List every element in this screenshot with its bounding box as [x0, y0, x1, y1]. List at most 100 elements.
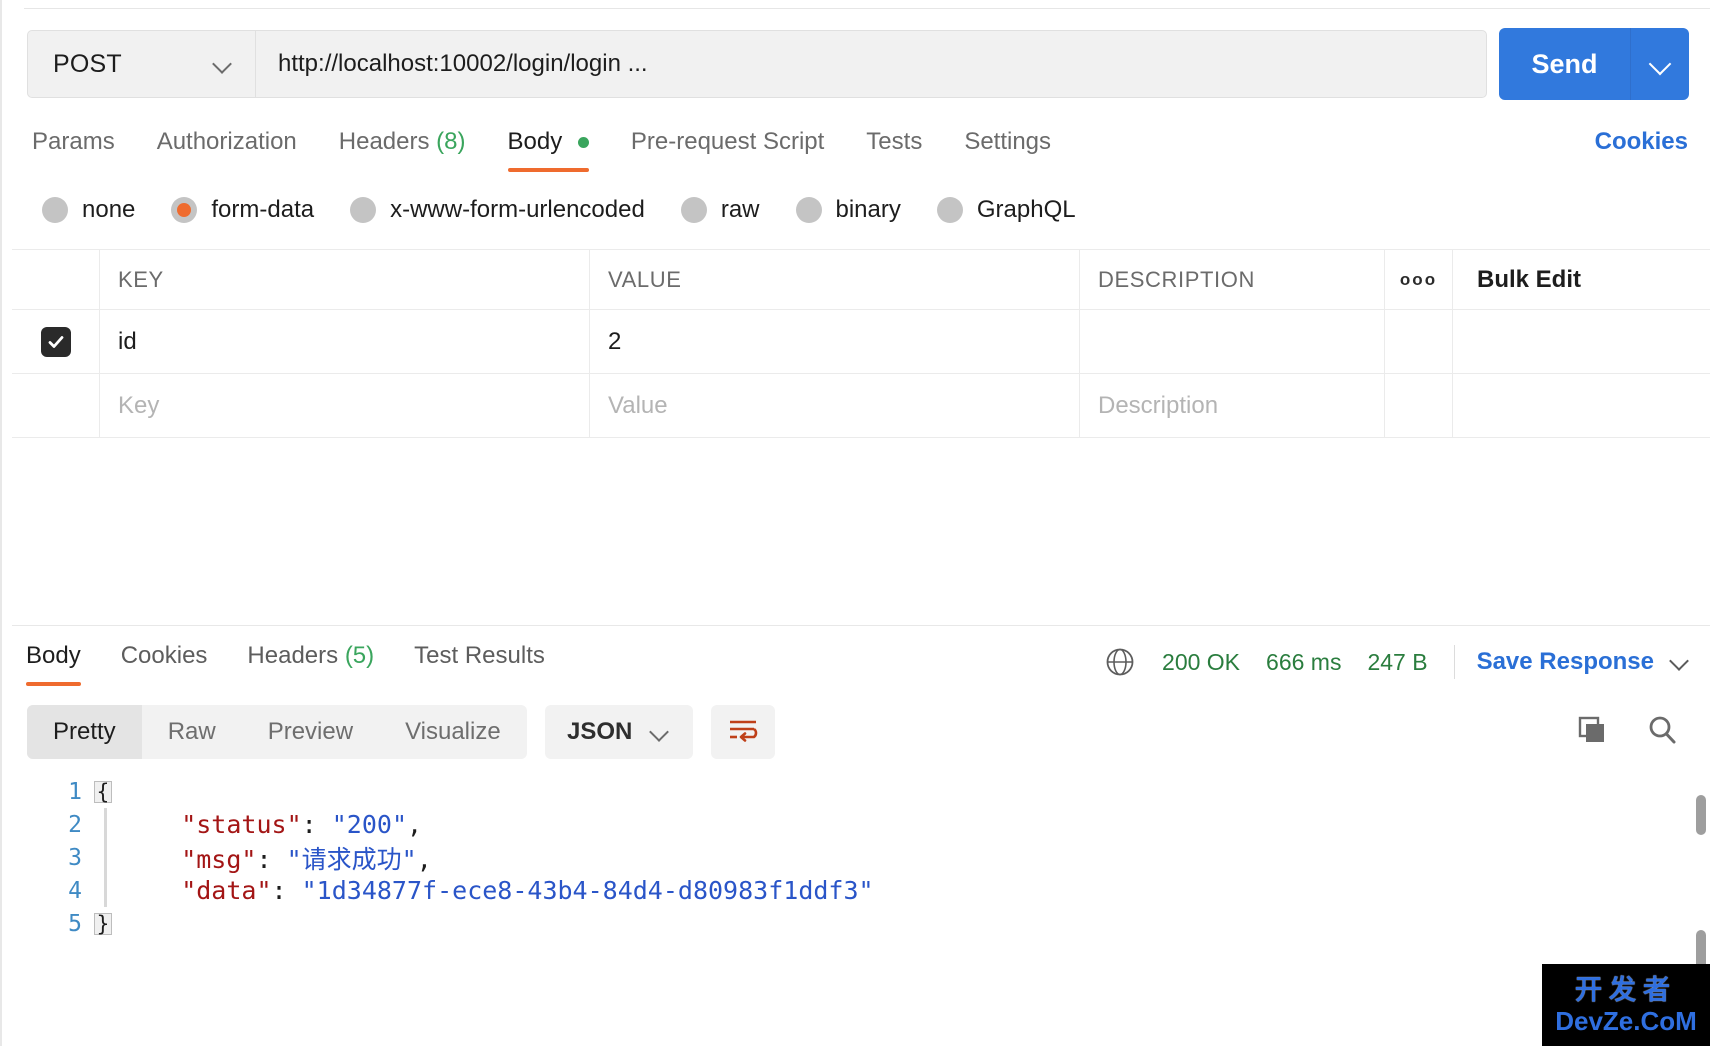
- watermark-cn: 开发者: [1575, 974, 1677, 1006]
- watermark: 开发者 DevZe.CoM: [1542, 964, 1710, 1046]
- top-divider: [24, 8, 1710, 9]
- response-tab-test-results[interactable]: Test Results: [394, 642, 565, 686]
- header-checkbox-cell: [12, 250, 100, 309]
- viewer-mode-visualize[interactable]: Visualize: [379, 705, 527, 759]
- request-tabs: Params Authorization Headers (8) Body Pr…: [27, 128, 1072, 172]
- response-viewer-toolbar: Pretty Raw Preview Visualize JSON: [27, 705, 775, 759]
- row-key-cell[interactable]: id: [100, 310, 590, 373]
- tab-label: Body: [507, 128, 563, 155]
- more-options-icon: ooo: [1399, 269, 1438, 289]
- radio-icon: [936, 197, 963, 223]
- new-description-placeholder: Description: [1098, 391, 1219, 419]
- code-data-value: "1d34877f-ece8-43b4-84d4-d80983f1ddf3": [301, 876, 874, 905]
- header-key: KEY: [118, 266, 164, 292]
- http-method-select[interactable]: POST: [27, 30, 255, 98]
- save-response-button[interactable]: Save Response: [1477, 648, 1654, 676]
- tab-label: Test Results: [414, 642, 545, 669]
- form-data-table: KEY VALUE DESCRIPTION ooo Bulk Edit id 2…: [12, 249, 1710, 438]
- tab-label: Settings: [964, 128, 1052, 155]
- new-key-input[interactable]: Key: [100, 374, 590, 437]
- code-line: 3 "msg": "请求成功",: [12, 841, 1710, 874]
- wrap-lines-icon: [728, 717, 758, 748]
- radio-label: none: [82, 196, 136, 223]
- response-format-select[interactable]: JSON: [544, 705, 693, 759]
- pane-divider[interactable]: [12, 625, 1710, 626]
- new-description-input[interactable]: Description: [1080, 374, 1385, 437]
- scrollbar-thumb-top[interactable]: [1696, 795, 1706, 835]
- postman-request-response-pane: POST http://localhost:10002/login/login …: [0, 0, 1710, 1046]
- body-type-form-data[interactable]: form-data: [171, 196, 314, 224]
- code-fold-brace[interactable]: {: [94, 780, 112, 804]
- send-options-button[interactable]: [1631, 28, 1689, 100]
- tab-label: Headers: [338, 128, 430, 155]
- response-tab-body[interactable]: Body: [22, 642, 101, 686]
- bulk-edit-button[interactable]: Bulk Edit: [1477, 266, 1581, 294]
- response-tab-headers[interactable]: Headers (5): [227, 642, 394, 686]
- tab-pre-request-script[interactable]: Pre-request Script: [610, 128, 845, 172]
- table-options-button[interactable]: ooo: [1385, 250, 1453, 309]
- tab-tests[interactable]: Tests: [845, 128, 943, 172]
- radio-selected-icon: [171, 197, 198, 223]
- new-value-input[interactable]: Value: [590, 374, 1080, 437]
- tab-params[interactable]: Params: [27, 128, 136, 172]
- http-method-label: POST: [53, 49, 122, 78]
- body-type-none[interactable]: none: [42, 196, 135, 224]
- status-code: 200 OK: [1162, 648, 1241, 675]
- code-line: 1 {: [12, 775, 1710, 808]
- radio-icon: [680, 197, 707, 223]
- tab-count: (5): [344, 642, 375, 669]
- radio-label: GraphQL: [976, 196, 1076, 223]
- row-description-cell[interactable]: [1080, 310, 1385, 373]
- wrap-lines-button[interactable]: [710, 705, 775, 759]
- line-number: 3: [68, 844, 82, 871]
- tab-headers[interactable]: Headers (8): [318, 128, 487, 172]
- send-button[interactable]: Send: [1499, 28, 1631, 100]
- viewer-mode-pretty[interactable]: Pretty: [27, 705, 142, 759]
- body-type-binary[interactable]: binary: [795, 196, 901, 224]
- response-actions: [1546, 708, 1686, 756]
- table-row: id 2: [12, 310, 1710, 374]
- radio-icon: [42, 197, 68, 223]
- body-type-raw[interactable]: raw: [680, 196, 760, 224]
- body-type-graphql[interactable]: GraphQL: [936, 196, 1076, 224]
- response-tab-cookies[interactable]: Cookies: [101, 642, 228, 686]
- copy-icon: [1576, 714, 1608, 751]
- new-key-placeholder: Key: [118, 391, 160, 419]
- tab-body[interactable]: Body: [487, 128, 610, 172]
- tab-label: Cookies: [120, 642, 208, 669]
- tab-label: Params: [32, 128, 115, 155]
- tab-label: Pre-request Script: [630, 128, 825, 155]
- code-text: "msg": "请求成功",: [121, 844, 432, 874]
- table-placeholder-row: Key Value Description: [12, 374, 1710, 438]
- header-description: DESCRIPTION: [1098, 266, 1255, 292]
- new-value-placeholder: Value: [608, 391, 668, 419]
- search-button[interactable]: [1638, 708, 1686, 756]
- body-modified-dot-icon: [577, 137, 589, 149]
- body-type-x-www-form-urlencoded[interactable]: x-www-form-urlencoded: [350, 196, 645, 224]
- cookies-link[interactable]: Cookies: [1595, 128, 1688, 156]
- response-body-code[interactable]: 1 { 2 "status": "200", 3 "msg": "请求成功", …: [12, 775, 1710, 1046]
- response-meta: 200 OK 666 ms 247 B Save Response: [1104, 645, 1690, 679]
- viewer-mode-preview[interactable]: Preview: [242, 705, 379, 759]
- viewer-mode-raw[interactable]: Raw: [142, 705, 242, 759]
- tab-settings[interactable]: Settings: [943, 128, 1072, 172]
- response-tabs: Body Cookies Headers (5) Test Results: [22, 642, 565, 686]
- tab-count: (8): [436, 128, 466, 155]
- body-type-radio-group: none form-data x-www-form-urlencoded raw…: [42, 196, 1112, 224]
- url-bar: POST http://localhost:10002/login/login …: [27, 30, 1487, 98]
- row-value-cell[interactable]: 2: [590, 310, 1080, 373]
- tab-authorization[interactable]: Authorization: [136, 128, 318, 172]
- tab-label: Headers: [247, 642, 339, 669]
- search-icon: [1646, 714, 1678, 751]
- code-fold-brace[interactable]: }: [94, 912, 112, 936]
- chevron-down-icon[interactable]: [1670, 652, 1690, 672]
- globe-icon: [1104, 646, 1136, 678]
- watermark-en: DevZe.CoM: [1555, 1005, 1697, 1036]
- copy-button[interactable]: [1568, 708, 1616, 756]
- row-checkbox[interactable]: [40, 326, 71, 357]
- line-number: 2: [68, 811, 82, 838]
- code-line: 2 "status": "200",: [12, 808, 1710, 841]
- url-input[interactable]: http://localhost:10002/login/login ...: [255, 30, 1487, 98]
- radio-icon: [350, 197, 377, 223]
- line-number: 4: [68, 877, 82, 904]
